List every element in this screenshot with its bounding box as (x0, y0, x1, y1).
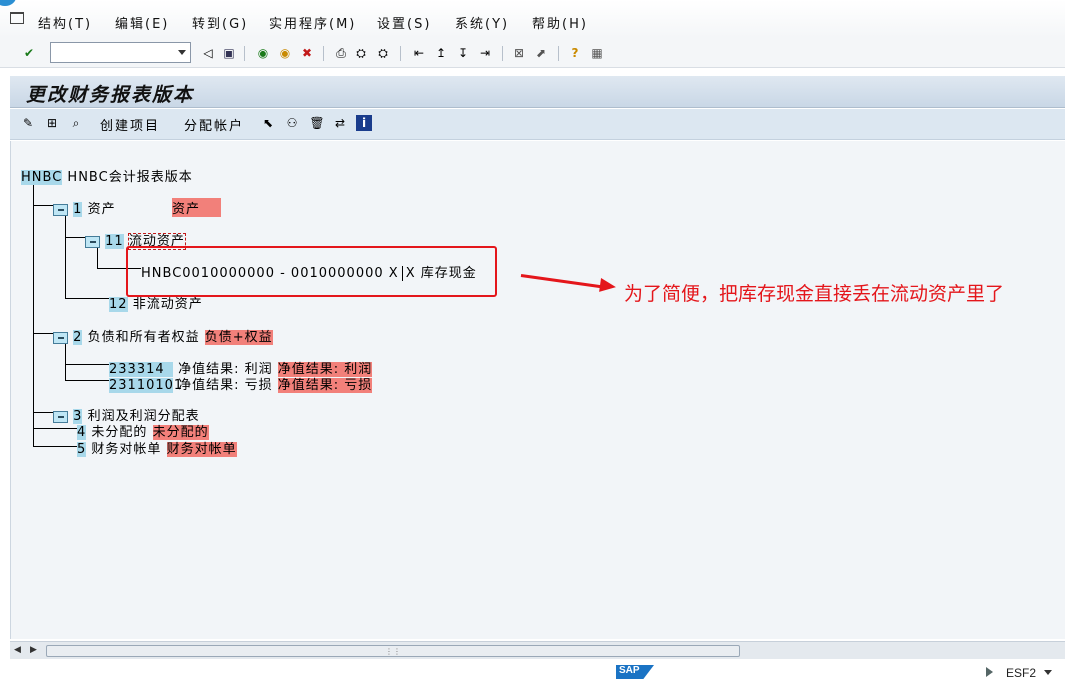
system-id[interactable]: ESF2 (1006, 666, 1036, 679)
page-title: 更改财务报表版本 (26, 84, 195, 106)
search-icon[interactable]: ⌕ (68, 115, 84, 131)
tree-line (33, 428, 77, 429)
cancel-icon[interactable]: ✖ (298, 44, 316, 62)
tree-node-5[interactable]: 5 财务对帐单 财务对帐单 (77, 438, 237, 457)
menu-settings[interactable]: 设置(S) (377, 13, 431, 32)
toolbar-separator (502, 46, 503, 61)
help-icon[interactable]: ? (566, 44, 584, 62)
menu-bar: 结构(T) 编辑(E) 转到(G) 实用程序(M) 设置(S) 系统(Y) 帮助… (0, 0, 1065, 38)
node-label: 负债+权益 (204, 330, 273, 345)
toolbar-separator (323, 46, 324, 61)
node-number: 12 (109, 297, 128, 312)
node-label: 资产 (172, 198, 221, 217)
title-bar: 更改财务报表版本 (10, 76, 1065, 108)
tree-root[interactable]: HNBC HNBC会计报表版本 (21, 166, 193, 185)
folder-icon[interactable] (85, 235, 100, 248)
tree-line (65, 340, 66, 381)
tree-line (65, 237, 85, 238)
print-icon[interactable]: ⎙ (332, 44, 350, 62)
folder-icon[interactable] (53, 331, 68, 344)
collapse-icon[interactable]: ⊞ (44, 115, 60, 131)
command-field[interactable] (50, 42, 191, 63)
menu-edit[interactable]: 编辑(E) (115, 13, 169, 32)
node-label: 净值结果: 亏损 (277, 378, 373, 393)
status-expand-icon[interactable] (986, 667, 993, 677)
node-text: 负债和所有者权益 (87, 330, 200, 345)
annotation-highlight-box (126, 246, 497, 297)
result-node-loss[interactable]: 23110101 净值结果: 亏损 净值结果: 亏损 (109, 374, 373, 393)
toolbar-separator (244, 46, 245, 61)
account-code: 23110101 (109, 378, 184, 393)
annotation-text: 为了简便，把库存现金直接丢在流动资产里了 (624, 283, 1005, 305)
folder-icon[interactable] (53, 203, 68, 216)
menu-help[interactable]: 帮助(H) (532, 13, 588, 32)
scroll-right-icon[interactable]: ▶ (30, 645, 37, 655)
info-icon[interactable]: i (356, 115, 372, 131)
menu-system[interactable]: 系统(Y) (455, 13, 509, 32)
annotation-arrow-head (599, 277, 617, 295)
scroll-thumb[interactable]: ⋮⋮ (46, 645, 740, 657)
back-icon[interactable]: ◉ (254, 44, 272, 62)
sap-app-icon[interactable] (0, 0, 16, 6)
node-number: 5 (77, 442, 87, 457)
system-menu-icon[interactable] (10, 12, 24, 24)
root-text: HNBC会计报表版本 (67, 170, 193, 185)
create-item-button[interactable]: 创建项目 (100, 115, 160, 134)
node-text: 净值结果: 亏损 (178, 378, 273, 393)
node-text: 非流动资产 (132, 297, 203, 312)
next-page-icon[interactable]: ↧ (454, 44, 472, 62)
hierarchy-icon[interactable]: ⚇ (284, 115, 300, 131)
tree-line (65, 364, 109, 365)
folder-icon[interactable] (53, 410, 68, 423)
toolbar-separator (558, 46, 559, 61)
find-icon[interactable]: ⛭ (352, 44, 370, 62)
tree-node-1[interactable]: 1 资产 (53, 198, 116, 217)
tree-line (65, 298, 109, 299)
node-number: 11 (105, 234, 124, 249)
root-code: HNBC (21, 170, 63, 185)
save-icon[interactable]: ▣ (220, 44, 238, 62)
back-triangle-icon[interactable]: ◁ (199, 44, 217, 62)
chevron-down-icon[interactable] (1044, 670, 1052, 675)
scroll-left-icon[interactable]: ◀ (14, 645, 21, 655)
exit-icon[interactable]: ◉ (276, 44, 294, 62)
node-text: 财务对帐单 (91, 442, 162, 457)
move-icon[interactable]: ⇄ (332, 115, 348, 131)
check-icon[interactable]: ✔ (20, 44, 38, 62)
menu-goto[interactable]: 转到(G) (192, 13, 248, 32)
assign-accounts-button[interactable]: 分配帐户 (184, 115, 244, 134)
find-next-icon[interactable]: ⛭ (374, 44, 392, 62)
tree-line (65, 212, 66, 299)
chevron-down-icon[interactable] (178, 50, 186, 55)
status-bar: SAP ESF2 (0, 660, 1065, 679)
node-label: 财务对帐单 (166, 442, 237, 457)
node-number: 2 (73, 330, 83, 345)
tree-line (33, 412, 53, 413)
prev-page-icon[interactable]: ↥ (432, 44, 450, 62)
node-text: 资产 (87, 202, 116, 217)
tree-line (33, 182, 34, 447)
tree-node-2[interactable]: 2 负债和所有者权益 负债+权益 (53, 326, 273, 345)
command-input[interactable] (53, 44, 171, 61)
layout-icon[interactable]: ▦ (588, 44, 606, 62)
tree-line (65, 380, 109, 381)
shortcut-icon[interactable]: ⬈ (532, 44, 550, 62)
node-number: 1 (73, 202, 83, 217)
new-session-icon[interactable]: ⊠ (510, 44, 528, 62)
select-cursor-icon[interactable]: ⬉ (260, 115, 276, 131)
edit-pencil-icon[interactable]: ✎ (20, 115, 36, 131)
menu-structure[interactable]: 结构(T) (38, 13, 92, 32)
horizontal-scrollbar[interactable]: ◀ ▶ ⋮⋮ (10, 641, 1065, 659)
tree-line (33, 205, 53, 206)
first-page-icon[interactable]: ⇤ (410, 44, 428, 62)
last-page-icon[interactable]: ⇥ (476, 44, 494, 62)
toolbar-separator (400, 46, 401, 61)
menu-utilities[interactable]: 实用程序(M) (269, 13, 356, 32)
sap-logo: SAP (616, 665, 654, 679)
delete-icon[interactable]: 🗑 (309, 115, 325, 131)
tree-line (33, 446, 77, 447)
application-toolbar: ✎ ⊞ ⌕ 创建项目 分配帐户 ⬉ ⚇ 🗑 ⇄ i (10, 109, 1065, 140)
standard-toolbar: ✔ ◁ ▣ ◉ ◉ ✖ ⎙ ⛭ ⛭ ⇤ ↥ ↧ ⇥ ⊠ ⬈ ? ▦ (0, 38, 1065, 68)
tree-line (33, 333, 53, 334)
